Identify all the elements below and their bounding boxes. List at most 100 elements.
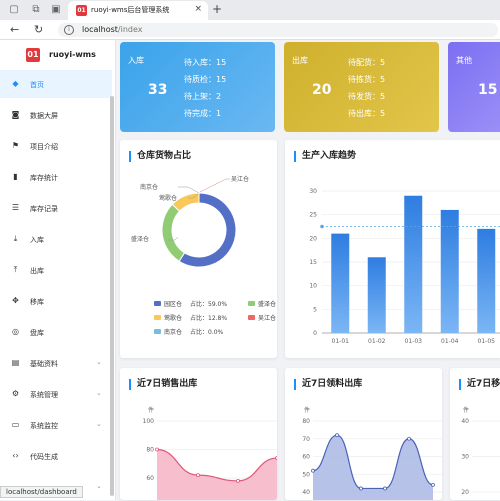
outbound-pending-shipping: 待发货：5 [348, 92, 386, 101]
data-point [196, 473, 200, 478]
other-title: 其他 [456, 56, 472, 65]
y-tick-label: 40 [302, 489, 310, 496]
inbound-trend-chart: 0 5 10 15 20 25 30 01-01 01-02 01-03 01-04 01-05 [309, 188, 500, 345]
sidebar-scrollbar[interactable] [110, 96, 114, 496]
browser-tab[interactable]: 01 ruoyi-wms后台管理系统 × [68, 1, 208, 20]
outbound-total: 20 [312, 82, 332, 98]
chevron-down-icon: ⌄ [96, 389, 102, 397]
legend-label: 莺歌仓 [164, 314, 182, 322]
y-axis-unit: 件 [148, 406, 154, 414]
guide-icon: ⚑ [11, 141, 20, 150]
monitor-icon: ▭ [11, 420, 20, 429]
other-stat-card[interactable]: 其他 15 [448, 42, 500, 132]
sidebar-item-label: 基础资料 [30, 360, 58, 368]
sidebar-item-label: 移库 [30, 298, 44, 306]
outbound-title: 出库 [292, 56, 308, 65]
sidebar-item-9[interactable]: ▤ 基础资料 ⌄ [0, 349, 112, 377]
outbound-pending-allocation: 待配货：5 [348, 58, 386, 67]
sidebar-item-4[interactable]: ☰ 库存记录 [0, 194, 112, 222]
y-axis-unit: 件 [463, 406, 469, 414]
y-tick-label: 60 [146, 475, 154, 482]
sidebar-item-12[interactable]: ‹› 代码生成 [0, 442, 112, 470]
inbound-pending-qc: 待质检：15 [184, 75, 227, 84]
legend-swatch [154, 301, 161, 306]
sidebar-item-label: 系统监控 [30, 422, 58, 430]
sidebar-item-label: 代码生成 [30, 453, 58, 461]
y-tick-label: 15 [309, 259, 317, 266]
sidebar-item-1[interactable]: ◙ 数据大屏 [0, 101, 112, 129]
y-tick-label: 80 [302, 418, 310, 425]
bar [331, 233, 350, 333]
sidebar-item-8[interactable]: ◎ 盘库 [0, 318, 112, 346]
legend-swatch [154, 315, 161, 320]
material-outbound-panel: 近7日领料出库 件 40 50 60 70 80 [285, 368, 442, 500]
outbound-pending-picking: 待拣货：5 [348, 75, 386, 84]
y-tick-label: 20 [309, 235, 317, 242]
close-tab-icon[interactable]: × [194, 4, 202, 14]
sales-outbound-chart: 件 60 80 100 [143, 406, 277, 500]
legend-label: 盛泽仓 [258, 300, 276, 308]
browser-tab-strip: ▢ ⧉ ▣ 01 ruoyi-wms后台管理系统 × + [0, 0, 500, 20]
sidebar-item-0[interactable]: ◆ 首页 [0, 70, 112, 98]
y-tick-label: 10 [309, 283, 317, 290]
outbound-stat-card[interactable]: 出库 20 待配货：5 待拣货：5 待发货：5 待出库：5 [284, 42, 439, 132]
sidebar-item-label: 库存记录 [30, 205, 58, 213]
slice-label: 南京仓 [140, 183, 158, 191]
area-fill [157, 449, 277, 500]
tab-title: ruoyi-wms后台管理系统 [91, 6, 170, 14]
address-bar[interactable]: i localhost/index [58, 23, 498, 37]
reload-icon[interactable]: ↻ [34, 23, 43, 36]
sidebar-item-label: 首页 [30, 81, 44, 89]
site-info-icon[interactable]: i [64, 25, 74, 35]
sidebar-item-6[interactable]: ⤒ 出库 [0, 256, 112, 284]
data-point [335, 433, 339, 438]
data-point [275, 456, 277, 460]
sidebar-item-5[interactable]: ⤓ 入库 [0, 225, 112, 253]
y-tick-label: 50 [302, 471, 310, 478]
inbound-stat-card[interactable]: 入库 33 待入库：15 待质检：15 待上架：2 待完成：1 [120, 42, 275, 132]
legend-swatch [248, 315, 255, 320]
y-tick-label: 20 [461, 489, 469, 496]
legend-percent: 占比：0.0% [190, 328, 224, 336]
sidebar: 01 ruoyi-wms ◆ 首页 ◙ 数据大屏 ⚑ 项目介绍 ▮ 库存统计 ☰ 库存记录 ⤓ 入库 ⤒… [0, 40, 116, 500]
sidebar-item-10[interactable]: ⚙ 系统管理 ⌄ [0, 380, 112, 408]
inbound-title: 入库 [128, 56, 144, 65]
x-tick-label: 01-01 [332, 338, 350, 345]
profile-icon[interactable]: ▢ [8, 4, 20, 16]
y-axis-unit: 件 [304, 406, 310, 414]
tab-group-icon[interactable]: ⧉ [30, 4, 42, 16]
y-tick-label: 30 [309, 188, 317, 195]
data-point [359, 486, 363, 491]
address-toolbar: ← ↻ i localhost/index [0, 20, 500, 40]
slice-label: 盛泽仓 [131, 235, 149, 243]
inbound-total: 33 [148, 82, 168, 98]
x-tick-label: 01-02 [368, 338, 386, 345]
legend-label: 南京仓 [164, 328, 182, 336]
back-icon[interactable]: ← [10, 23, 19, 36]
sidebar-item-label: 库存统计 [30, 174, 58, 182]
material-outbound-chart: 件 40 50 60 70 80 [302, 406, 442, 500]
sidebar-item-label: 系统管理 [30, 391, 58, 399]
other-total: 15 [478, 82, 498, 98]
tab-actions-icon[interactable]: ▣ [50, 4, 62, 16]
screen-icon: ◙ [11, 110, 20, 119]
legend-swatch [154, 329, 161, 334]
book-icon: ▤ [11, 358, 20, 367]
average-marker [320, 224, 324, 229]
chevron-down-icon: ⌄ [96, 482, 102, 490]
sidebar-item-3[interactable]: ▮ 库存统计 [0, 163, 112, 191]
data-point [407, 436, 411, 441]
sidebar-item-2[interactable]: ⚑ 项目介绍 [0, 132, 112, 160]
leader-line [199, 178, 230, 193]
y-tick-label: 25 [309, 212, 317, 219]
new-tab-icon[interactable]: + [212, 2, 222, 16]
transfer-chart: 件 20 30 40 [461, 406, 500, 496]
data-point [311, 468, 315, 473]
sidebar-item-11[interactable]: ▭ 系统监控 ⌄ [0, 411, 112, 439]
code-icon: ‹› [12, 451, 19, 460]
legend-label: 园区仓 [164, 300, 182, 308]
sidebar-item-7[interactable]: ✥ 移库 [0, 287, 112, 315]
warehouse-share-panel: 仓库货物占比 莺歌仓盛泽仓南京仓吴江仓园区仓占比：59.0%盛泽仓占莺歌仓占比：… [120, 140, 277, 358]
chevron-down-icon: ⌄ [96, 358, 102, 366]
inbound-pending-receipt: 待入库：15 [184, 58, 227, 67]
